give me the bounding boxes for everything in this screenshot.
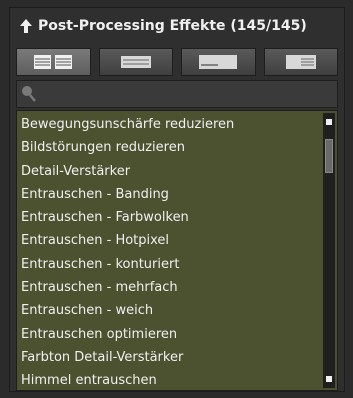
list-item[interactable]: Entrauschen - Banding [21,183,337,206]
grid-view-button[interactable] [16,48,91,76]
scrollbar[interactable] [323,113,335,388]
effects-panel: Post-Processing Effekte (145/145) Bewegu… [9,7,345,392]
scroll-down-icon[interactable] [326,376,332,382]
compact-view-button[interactable] [181,48,256,76]
list-item[interactable]: Entrauschen - mehrfach [21,276,337,299]
list-item[interactable]: Entrauschen optimieren [21,323,337,346]
list-item[interactable]: Detail-Verstärker [21,160,337,183]
detail-view-icon [285,55,316,69]
view-mode-bar [16,48,338,76]
collapse-arrow-icon[interactable] [20,19,32,33]
list-view-icon [120,56,151,68]
scroll-thumb[interactable] [325,139,333,173]
search-box[interactable] [16,80,338,108]
list-item[interactable]: Bildstörungen reduzieren [21,136,337,159]
panel-title: Post-Processing Effekte (145/145) [38,18,307,34]
detail-view-button[interactable] [263,48,338,76]
list-item[interactable]: Entrauschen - Hotpixel [21,229,337,252]
compact-view-icon [199,55,238,69]
list-item[interactable]: Bewegungsunschärfe reduzieren [21,113,337,136]
list-item[interactable]: Entrauschen - Farbwolken [21,206,337,229]
list-item[interactable]: Farbton Detail-Verstärker [21,346,337,369]
search-icon [22,86,36,102]
panel-header[interactable]: Post-Processing Effekte (145/145) [10,8,344,44]
search-input[interactable] [39,83,333,107]
effects-list: Bewegungsunschärfe reduzieren Bildstörung… [16,110,338,391]
scroll-up-icon[interactable] [326,119,332,125]
list-view-button[interactable] [98,48,173,76]
grid-view-icon [34,55,73,69]
list-item[interactable]: Entrauschen - weich [21,299,337,322]
list-item[interactable]: Entrauschen - konturiert [21,253,337,276]
list-item[interactable]: Himmel entrauschen [21,369,337,390]
